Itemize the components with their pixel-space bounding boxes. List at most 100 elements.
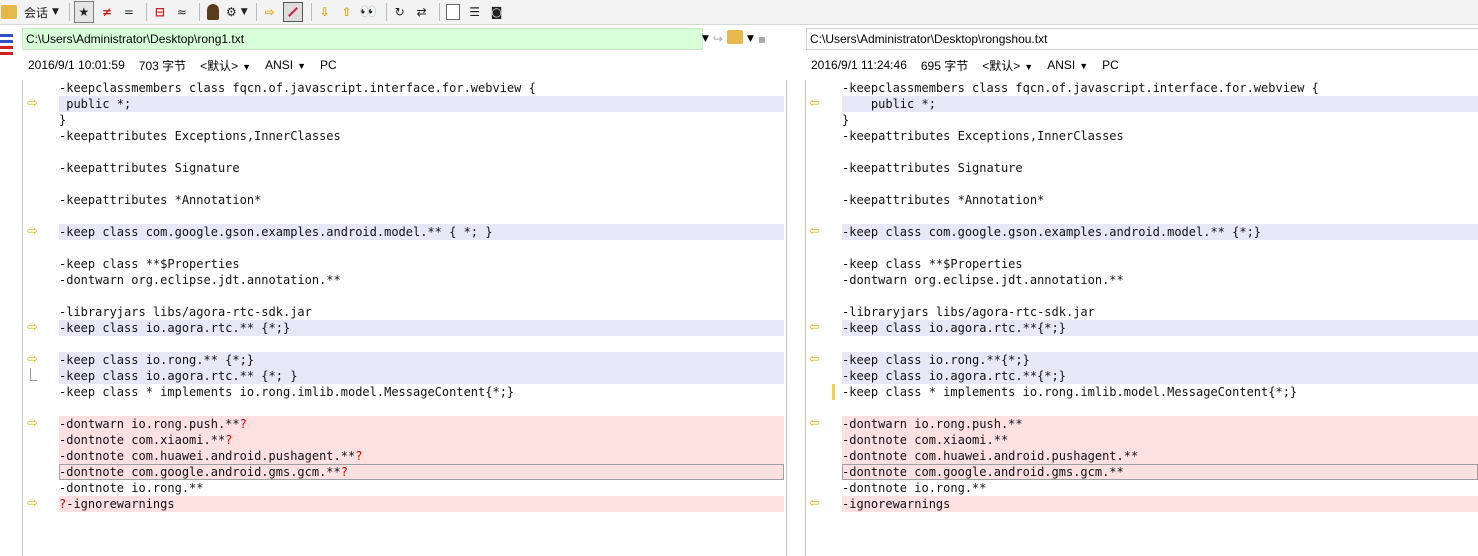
right-line[interactable]: public *;: [842, 96, 1478, 112]
show-differences-button[interactable]: ≠: [98, 2, 116, 22]
left-line[interactable]: [59, 240, 784, 256]
left-line[interactable]: [59, 400, 784, 416]
edit-wand-icon[interactable]: [282, 2, 303, 22]
prev-diff-icon[interactable]: ⇧: [338, 2, 356, 22]
right-line[interactable]: [842, 288, 1478, 304]
left-diff-arrow-icon[interactable]: ⇨: [27, 225, 41, 238]
refresh-doc-icon[interactable]: ◙: [488, 2, 506, 22]
left-encoding-profile[interactable]: <默认> ▼: [200, 57, 251, 74]
right-diff-arrow-icon[interactable]: ⇦: [809, 97, 823, 110]
right-line[interactable]: -keep class io.rong.**{*;}: [842, 352, 1478, 368]
save-icon[interactable]: ▪: [758, 32, 766, 46]
browse-folder-icon[interactable]: [726, 30, 743, 47]
right-line[interactable]: -keepattributes Exceptions,InnerClasses: [842, 128, 1478, 144]
left-line[interactable]: -keepattributes Signature: [59, 160, 784, 176]
rules-person-icon[interactable]: [204, 2, 222, 22]
right-line[interactable]: -dontnote com.google.android.gms.gcm.**: [842, 464, 1478, 480]
left-line[interactable]: [59, 144, 784, 160]
left-line[interactable]: [59, 288, 784, 304]
right-diff-arrow-icon[interactable]: ⇦: [809, 417, 823, 430]
left-diff-arrow-icon[interactable]: ⇨: [27, 353, 41, 366]
right-line[interactable]: -keepattributes Signature: [842, 160, 1478, 176]
open-session-icon[interactable]: [0, 2, 18, 22]
left-line[interactable]: ?-ignorewarnings: [59, 496, 784, 512]
right-line[interactable]: -dontwarn org.eclipse.jdt.annotation.**: [842, 272, 1478, 288]
right-line[interactable]: -dontnote io.rong.**: [842, 480, 1478, 496]
left-line[interactable]: [59, 208, 784, 224]
right-line[interactable]: -keepattributes *Annotation*: [842, 192, 1478, 208]
right-line[interactable]: -keep class * implements io.rong.imlib.m…: [842, 384, 1478, 400]
left-line[interactable]: -keepattributes Exceptions,InnerClasses: [59, 128, 784, 144]
left-diff-arrow-icon[interactable]: ⇨: [27, 417, 41, 430]
left-line[interactable]: -dontnote com.google.android.gms.gcm.**?: [59, 464, 784, 480]
right-line[interactable]: [842, 240, 1478, 256]
right-line[interactable]: [842, 208, 1478, 224]
left-line[interactable]: -dontnote com.huawei.android.pushagent.*…: [59, 448, 784, 464]
left-path-field[interactable]: C:\Users\Administrator\Desktop\rong1.txt: [22, 28, 703, 50]
swap-icon[interactable]: ⇄: [413, 2, 431, 22]
right-line[interactable]: -dontnote com.xiaomi.**: [842, 432, 1478, 448]
left-charset[interactable]: ANSI ▼: [265, 58, 306, 72]
pane-splitter[interactable]: [786, 80, 787, 556]
right-line[interactable]: -keep class io.agora.rtc.**{*;}: [842, 368, 1478, 384]
left-line[interactable]: public *;: [59, 96, 784, 112]
right-line[interactable]: [842, 336, 1478, 352]
left-line[interactable]: [59, 336, 784, 352]
right-line[interactable]: -ignorewarnings: [842, 496, 1478, 512]
left-line[interactable]: -keep class com.google.gson.examples.and…: [59, 224, 784, 240]
right-line[interactable]: -dontnote com.huawei.android.pushagent.*…: [842, 448, 1478, 464]
left-line[interactable]: -dontnote io.rong.**: [59, 480, 784, 496]
left-diff-arrow-icon[interactable]: ⇨: [27, 97, 41, 110]
right-line[interactable]: -keep class **$Properties: [842, 256, 1478, 272]
left-line[interactable]: -keep class io.agora.rtc.** {*; }: [59, 368, 784, 384]
left-line[interactable]: }: [59, 112, 784, 128]
left-line[interactable]: -keepattributes *Annotation*: [59, 192, 784, 208]
ignore-unimportant-button[interactable]: ≈: [173, 2, 191, 22]
right-line[interactable]: -keep class io.agora.rtc.**{*;}: [842, 320, 1478, 336]
right-line[interactable]: -dontwarn io.rong.push.**: [842, 416, 1478, 432]
right-diff-arrow-icon[interactable]: ⇦: [809, 225, 823, 238]
show-same-button[interactable]: =: [120, 2, 138, 22]
right-diff-arrow-icon[interactable]: ⇦: [809, 497, 823, 510]
find-binoculars-icon[interactable]: 👀: [360, 2, 378, 22]
list-icon[interactable]: ☰: [466, 2, 484, 22]
right-line[interactable]: -keep class com.google.gson.examples.and…: [842, 224, 1478, 240]
left-line[interactable]: -keep class io.rong.** {*;}: [59, 352, 784, 368]
right-path-field[interactable]: C:\Users\Administrator\Desktop\rongshou.…: [806, 28, 1478, 50]
right-line-ending[interactable]: PC: [1102, 58, 1119, 72]
right-line[interactable]: -libraryjars libs/agora-rtc-sdk.jar: [842, 304, 1478, 320]
left-line[interactable]: -keep class **$Properties: [59, 256, 784, 272]
left-line[interactable]: -keepclassmembers class fqcn.of.javascri…: [59, 80, 784, 96]
path-dropdown-icon[interactable]: ▼: [702, 34, 709, 44]
right-encoding-profile[interactable]: <默认> ▼: [982, 57, 1033, 74]
history-icon[interactable]: ↪: [713, 32, 723, 46]
left-line[interactable]: -keep class * implements io.rong.imlib.m…: [59, 384, 784, 400]
session-menu[interactable]: 会话 ▼: [22, 2, 61, 22]
right-diff-arrow-icon[interactable]: ⇦: [809, 353, 823, 366]
right-line[interactable]: }: [842, 112, 1478, 128]
expand-icon[interactable]: [444, 2, 462, 22]
left-line[interactable]: -dontwarn io.rong.push.**?: [59, 416, 784, 432]
reload-icon[interactable]: ↻: [391, 2, 409, 22]
right-line[interactable]: [842, 144, 1478, 160]
show-all-icon[interactable]: ★: [73, 1, 94, 23]
left-line[interactable]: -keep class io.agora.rtc.** {*;}: [59, 320, 784, 336]
right-charset[interactable]: ANSI ▼: [1047, 58, 1088, 72]
browse-dropdown-icon[interactable]: ▼: [747, 34, 754, 44]
right-line[interactable]: -keepclassmembers class fqcn.of.javascri…: [842, 80, 1478, 96]
left-diff-arrow-icon[interactable]: ⇨: [27, 321, 41, 334]
right-line[interactable]: [842, 400, 1478, 416]
right-line[interactable]: [842, 176, 1478, 192]
right-diff-arrow-icon[interactable]: ⇦: [809, 321, 823, 334]
left-line[interactable]: -libraryjars libs/agora-rtc-sdk.jar: [59, 304, 784, 320]
format-icon[interactable]: ⚙ ▼: [226, 2, 248, 22]
diff-context-icon[interactable]: ⊟: [151, 2, 169, 22]
next-diff-icon[interactable]: ⇩: [316, 2, 334, 22]
left-line-ending[interactable]: PC: [320, 58, 337, 72]
left-line[interactable]: [59, 176, 784, 192]
left-line[interactable]: -dontwarn org.eclipse.jdt.annotation.**: [59, 272, 784, 288]
overview-minimap[interactable]: [0, 34, 13, 62]
left-diff-arrow-icon[interactable]: ⇨: [27, 497, 41, 510]
copy-to-right-icon[interactable]: ⇨: [261, 2, 279, 22]
left-line[interactable]: -dontnote com.xiaomi.**?: [59, 432, 784, 448]
